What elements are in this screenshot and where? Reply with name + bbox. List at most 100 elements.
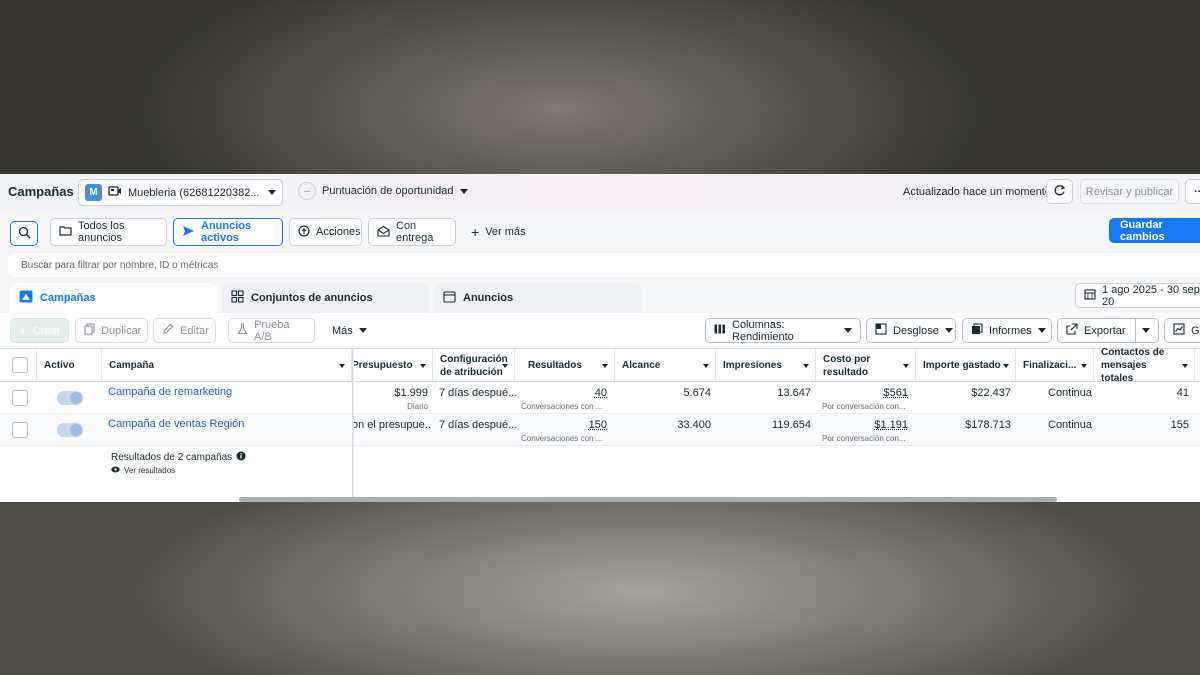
charts-button[interactable]: Gr: [1164, 318, 1200, 343]
columns-button[interactable]: Columnas: Rendimiento: [705, 318, 861, 343]
ad-window-icon: [443, 290, 456, 306]
edit-button[interactable]: Editar: [153, 318, 216, 343]
header-campaign[interactable]: Campaña: [103, 349, 352, 382]
sort-caret-icon: [602, 364, 608, 368]
refresh-icon: [1053, 184, 1066, 200]
filter-active-ads[interactable]: Anuncios activos: [173, 218, 283, 246]
header-impressions[interactable]: Impresiones: [717, 349, 816, 382]
date-range-picker[interactable]: 1 ago 2025 - 30 sep 20: [1075, 283, 1200, 308]
reports-button[interactable]: Informes: [962, 318, 1052, 343]
campaign-active-toggle[interactable]: [57, 391, 83, 405]
account-name: Muebleria (62681220382...: [128, 186, 260, 199]
more-options-button[interactable]: ···: [1185, 179, 1200, 204]
campaign-name-cell[interactable]: Campaña de ventas Región: [108, 414, 348, 446]
campaign-flag-icon: [19, 290, 33, 306]
campaign-name[interactable]: Campaña de remarketing: [108, 386, 232, 398]
impressions-cell: 13.647: [720, 382, 811, 414]
duplicate-label: Duplicar: [101, 324, 142, 337]
reach-value: 33.400: [677, 419, 711, 431]
see-more-filters[interactable]: + Ver más: [471, 225, 526, 239]
blurred-background-top: [0, 0, 1200, 174]
calendar-icon: [1084, 288, 1096, 303]
ad-account-icon: [108, 185, 122, 200]
chevron-down-icon: [944, 328, 953, 333]
filter-actions[interactable]: Acciones: [289, 218, 362, 246]
results-value[interactable]: 150: [589, 419, 607, 431]
campaign-name-cell[interactable]: Campaña de remarketing: [108, 382, 348, 414]
chevron-down-icon: [358, 328, 367, 333]
filter-search-input[interactable]: Buscar para filtrar por nombre, ID o mét…: [8, 253, 1200, 277]
contacts-value: 155: [1170, 419, 1189, 431]
folder-icon: [59, 225, 72, 239]
filter-active-ads-label: Anuncios activos: [201, 220, 252, 244]
export-divider: [1135, 319, 1136, 342]
duplicate-button[interactable]: Duplicar: [75, 318, 148, 343]
review-publish-button[interactable]: Revisar y publicar: [1080, 179, 1179, 204]
export-button[interactable]: Exportar: [1057, 318, 1159, 343]
header-amount-spent[interactable]: Importe gastado: [917, 349, 1016, 382]
header-reach[interactable]: Alcance: [616, 349, 716, 382]
chevron-down-icon: [1142, 328, 1150, 333]
flask-icon: [237, 323, 248, 338]
reach-cell: 33.400: [620, 414, 711, 446]
create-button[interactable]: + Crear: [10, 318, 69, 343]
results-value[interactable]: 40: [595, 387, 607, 399]
select-all-checkbox[interactable]: [12, 357, 28, 373]
opportunity-score-label: Puntuación de oportunidad: [322, 185, 454, 197]
contacts-value: 41: [1176, 387, 1189, 399]
search-toggle-button[interactable]: [10, 221, 38, 246]
header-impressions-label: Impresiones: [723, 360, 782, 371]
tab-ads[interactable]: Anuncios: [434, 283, 641, 313]
tab-campaigns-label: Campañas: [40, 292, 96, 304]
results-summary-label: Resultados de 2 campañas: [111, 452, 233, 463]
sort-caret-icon: [420, 364, 426, 368]
budget-value: $1.999: [394, 387, 428, 399]
view-results-link[interactable]: Ver resultados: [111, 466, 175, 475]
tab-ad-sets[interactable]: Conjuntos de anuncios: [222, 283, 429, 313]
header-reach-label: Alcance: [622, 360, 661, 371]
header-ends[interactable]: Finalizaci...: [1017, 349, 1094, 382]
campaign-name[interactable]: Campaña de ventas Región: [108, 418, 244, 430]
ab-test-button[interactable]: Prueba A/B: [228, 318, 315, 343]
row-checkbox[interactable]: [12, 422, 28, 438]
breakdown-icon: [875, 323, 887, 338]
results-cell: 40 Conversaciones con ...: [520, 382, 608, 414]
more-actions-label: Más: [332, 324, 353, 337]
table-row[interactable]: Campaña de ventas Región on el presupue.…: [0, 414, 1200, 446]
header-results[interactable]: Resultados: [516, 349, 615, 382]
horizontal-scrollbar[interactable]: [239, 497, 1057, 502]
cost-value[interactable]: $1.191: [874, 419, 908, 431]
charts-label: Gr: [1191, 324, 1200, 337]
header-budget[interactable]: Presupuesto: [344, 349, 433, 382]
export-icon: [1066, 323, 1078, 338]
save-changes-button[interactable]: Guardar cambios: [1109, 218, 1200, 243]
toggle-knob: [70, 424, 82, 436]
table-row[interactable]: Campaña de remarketing $1.999 Diario 7 dí…: [0, 382, 1200, 414]
header-active[interactable]: Activo: [38, 349, 102, 382]
filter-delivering[interactable]: Con entrega: [368, 218, 456, 246]
chart-icon: [1173, 323, 1185, 338]
filter-actions-label: Acciones: [316, 226, 361, 238]
more-actions-button[interactable]: Más: [324, 318, 372, 343]
info-icon[interactable]: [236, 451, 246, 464]
reports-label: Informes: [989, 324, 1032, 337]
ads-manager-screenshot: Campañas M Muebleria (62681220382... -- …: [0, 174, 1200, 502]
opportunity-score[interactable]: -- Puntuación de oportunidad: [298, 182, 468, 200]
results-sub: Conversaciones con ...: [521, 402, 603, 411]
sort-caret-icon: [1003, 364, 1009, 368]
campaign-active-toggle[interactable]: [57, 423, 83, 437]
ends-cell: Continua: [1048, 414, 1092, 446]
filter-delivering-label: Con entrega: [396, 220, 434, 244]
tab-campaigns[interactable]: Campañas: [10, 283, 217, 313]
header-cost-per-result[interactable]: Costo por resultado: [817, 349, 916, 382]
cost-value[interactable]: $561: [884, 387, 908, 399]
envelope-icon: [377, 225, 390, 240]
row-checkbox[interactable]: [12, 390, 28, 406]
header-attribution[interactable]: Configuración de atribución: [434, 349, 515, 382]
account-selector[interactable]: M Muebleria (62681220382...: [78, 179, 283, 206]
header-contacts[interactable]: Contactos de mensajes totales: [1095, 347, 1195, 384]
breakdown-button[interactable]: Desglose: [866, 318, 956, 343]
filter-all-ads[interactable]: Todos los anuncios: [50, 218, 167, 246]
table-header: Activo Campaña Presupuesto Configuración…: [0, 347, 1200, 384]
refresh-button[interactable]: [1046, 179, 1073, 204]
